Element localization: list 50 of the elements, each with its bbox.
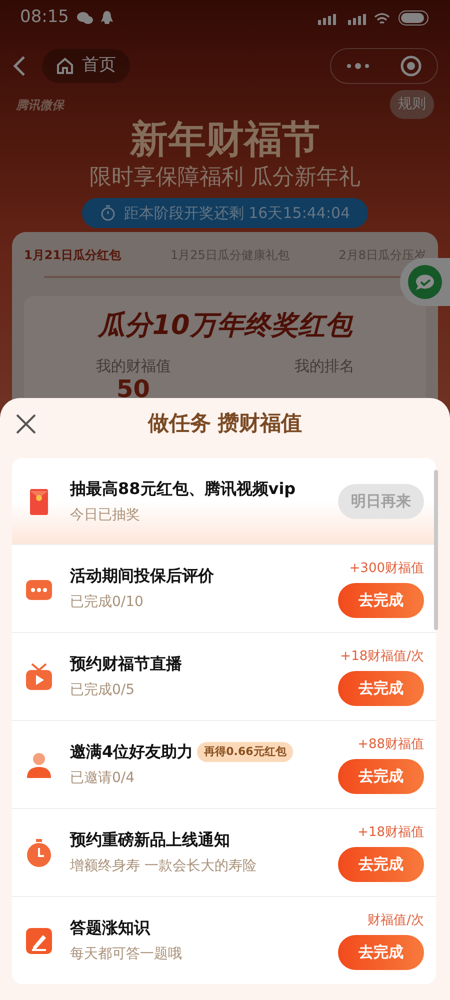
- home-icon: [56, 57, 74, 75]
- task-title: 邀满4位好友助力: [70, 741, 194, 763]
- task-subtitle: 今日已抽奖: [70, 506, 141, 524]
- reward-text: +300财福值: [349, 560, 424, 578]
- penguin-icon: [101, 11, 113, 25]
- more-icon[interactable]: [346, 62, 370, 70]
- brand-logo: 腾讯微保: [16, 96, 64, 114]
- timer-icon: [100, 205, 116, 222]
- bonus-tag: 再得0.66元红包: [197, 742, 294, 762]
- countdown-text: 距本阶段开奖还剩 16天15:44:04: [124, 202, 350, 224]
- banner-subtitle: 限时享保障福利 瓜分新年礼: [88, 164, 362, 192]
- do-task-button[interactable]: 去完成: [338, 582, 424, 618]
- do-task-button[interactable]: 去完成: [338, 846, 424, 882]
- reward-text: 财福值/次: [368, 912, 424, 930]
- task-subtitle: 已邀请0/4: [70, 769, 136, 788]
- reward-text: +18财福值/次: [340, 648, 424, 666]
- task-subtitle: 每天都可答一题哦: [70, 945, 183, 964]
- do-task-button[interactable]: 去完成: [338, 934, 424, 970]
- tv-play-icon: [24, 662, 54, 692]
- stopwatch-icon: [24, 838, 54, 868]
- wifi-icon: [374, 12, 390, 24]
- rules-button[interactable]: 规则: [390, 90, 434, 119]
- chat-bubble-icon: [407, 264, 443, 300]
- pencil-icon: [24, 926, 54, 956]
- task-title: 抽最高88元红包、腾讯视频vip: [70, 478, 296, 500]
- sheet-title: 做任务 攒财福值: [146, 410, 304, 438]
- task-subtitle: 增额终身寿 一款会长大的寿险: [70, 857, 258, 876]
- close-app-icon[interactable]: [400, 55, 422, 77]
- reward-text: +18财福值: [358, 824, 424, 842]
- do-task-button[interactable]: 去完成: [338, 758, 424, 794]
- status-time: 08:15: [20, 6, 69, 30]
- my-value: 50: [116, 377, 151, 402]
- my-rank-label[interactable]: 我的排名: [232, 354, 416, 378]
- banner-title: 新年财福节: [128, 119, 321, 161]
- my-value-label[interactable]: 我的财福值: [34, 354, 232, 378]
- do-task-button[interactable]: 去完成: [338, 670, 424, 706]
- task-title: 活动期间投保后评价: [70, 565, 214, 587]
- task-title: 预约重磅新品上线通知: [70, 829, 230, 851]
- task-subtitle: 已完成0/5: [70, 681, 136, 700]
- back-icon[interactable]: [12, 55, 26, 77]
- task-title: 答题涨知识: [70, 917, 150, 939]
- reward-text: +88财福值: [358, 736, 424, 754]
- service-button[interactable]: [400, 258, 450, 306]
- prize-title: 瓜分10万年终奖红包: [96, 309, 354, 344]
- task-title: 预约财福节直播: [70, 653, 182, 675]
- close-icon[interactable]: [16, 414, 36, 434]
- task-subtitle: 已完成0/10: [70, 593, 144, 612]
- chat-icon: [77, 11, 93, 25]
- battery-icon: [398, 10, 430, 26]
- stage-tab[interactable]: 1月21日瓜分红包: [24, 246, 122, 264]
